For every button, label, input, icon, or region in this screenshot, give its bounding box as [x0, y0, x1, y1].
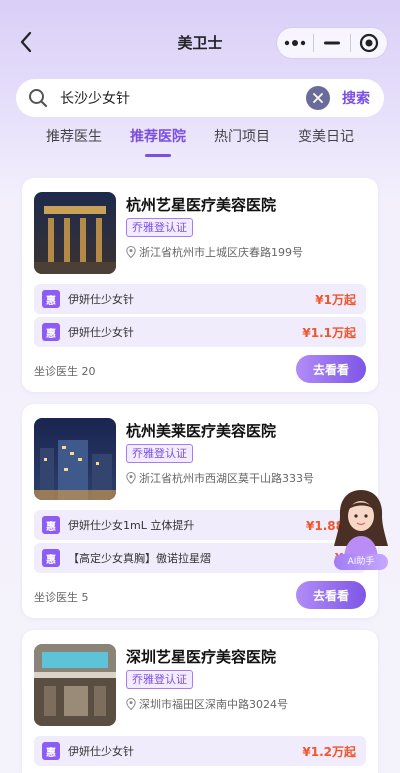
doctor-count: 坐诊医生 5	[34, 591, 89, 604]
mini-program-capsule	[276, 27, 388, 59]
project-item[interactable]: 惠 伊妍仕少女针 ¥1.2万起	[34, 736, 366, 766]
project-name: 【高定少女真胸】傲诺拉星熠	[68, 552, 211, 565]
address-text: 深圳市福田区深南中路3024号	[139, 698, 288, 711]
project-name: 伊妍仕少女针	[68, 293, 134, 306]
tab-recommended-doctors[interactable]: 推荐医生	[46, 126, 102, 146]
project-name: 伊妍仕少女针	[68, 326, 134, 339]
hospital-photo	[34, 418, 116, 500]
hospital-name: 杭州艺星医疗美容医院	[126, 196, 277, 214]
project-price: ¥1.1万起	[302, 325, 356, 340]
hospital-name: 杭州美莱医疗美容医院	[126, 422, 277, 440]
hospital-address: 深圳市福田区深南中路3024号	[126, 696, 288, 712]
discount-tag: 惠	[42, 516, 60, 534]
hospital-name: 深圳艺星医疗美容医院	[126, 648, 277, 666]
certification-badge: 乔雅登认证	[126, 444, 193, 463]
project-item[interactable]: 惠 伊妍仕少女针 ¥1.1万起	[34, 317, 366, 347]
view-hospital-button[interactable]: 去看看	[296, 355, 366, 383]
target-icon	[359, 33, 379, 53]
ai-assistant-avatar-icon	[334, 490, 388, 560]
project-price: ¥1万起	[315, 292, 356, 307]
project-name: 伊妍仕少女针	[68, 745, 134, 758]
top-bar: 美卫士	[0, 0, 400, 80]
close-icon	[313, 93, 323, 103]
project-name: 伊妍仕少女1mL 立体提升	[68, 519, 195, 532]
tab-hot-projects[interactable]: 热门项目	[214, 126, 270, 146]
ai-assistant-button[interactable]: AI助手	[330, 486, 392, 570]
search-input[interactable]: 长沙少女针	[60, 88, 306, 108]
location-pin-icon	[126, 246, 136, 258]
certification-badge: 乔雅登认证	[126, 670, 193, 689]
hospital-photo	[34, 644, 116, 726]
minimize-icon	[324, 41, 340, 45]
more-button[interactable]	[277, 28, 313, 58]
category-tabs: 推荐医生 推荐医院 热门项目 变美日记	[0, 126, 400, 160]
project-item[interactable]: 惠 伊妍仕少女1mL 立体提升 ¥1.88万	[34, 510, 366, 540]
tab-recommended-hospitals[interactable]: 推荐医院	[130, 126, 186, 146]
hospital-address: 浙江省杭州市上城区庆春路199号	[126, 244, 303, 260]
hospital-card[interactable]: 杭州美莱医疗美容医院 乔雅登认证 浙江省杭州市西湖区莫干山路333号 惠 伊妍仕…	[22, 404, 378, 618]
address-text: 浙江省杭州市上城区庆春路199号	[139, 246, 303, 259]
discount-tag: 惠	[42, 290, 60, 308]
close-miniprogram-button[interactable]	[351, 28, 387, 58]
project-item[interactable]: 惠 伊妍仕少女针 ¥1万起	[34, 284, 366, 314]
project-price: ¥1.2万起	[302, 744, 356, 759]
search-icon	[16, 88, 60, 108]
location-pin-icon	[126, 698, 136, 710]
search-button[interactable]: 搜索	[342, 88, 370, 108]
more-dots-icon	[284, 40, 306, 46]
minimize-button[interactable]	[314, 28, 350, 58]
doctor-count: 坐诊医生 20	[34, 365, 96, 378]
tab-beauty-diary[interactable]: 变美日记	[298, 126, 354, 146]
ai-assistant-label: AI助手	[334, 554, 388, 570]
active-tab-indicator	[145, 154, 171, 157]
hospital-photo	[34, 192, 116, 274]
search-bar: 长沙少女针 搜索	[16, 79, 384, 117]
address-text: 浙江省杭州市西湖区莫干山路333号	[139, 472, 314, 485]
hospital-card[interactable]: 深圳艺星医疗美容医院 乔雅登认证 深圳市福田区深南中路3024号 惠 伊妍仕少女…	[22, 630, 378, 773]
hospital-card[interactable]: 杭州艺星医疗美容医院 乔雅登认证 浙江省杭州市上城区庆春路199号 惠 伊妍仕少…	[22, 178, 378, 392]
project-item[interactable]: 惠 【高定少女真胸】傲诺拉星熠 ¥6.	[34, 543, 366, 573]
hospital-address: 浙江省杭州市西湖区莫干山路333号	[126, 470, 314, 486]
location-pin-icon	[126, 472, 136, 484]
discount-tag: 惠	[42, 549, 60, 567]
clear-search-button[interactable]	[306, 86, 330, 110]
discount-tag: 惠	[42, 323, 60, 341]
view-hospital-button[interactable]: 去看看	[296, 581, 366, 609]
discount-tag: 惠	[42, 742, 60, 760]
certification-badge: 乔雅登认证	[126, 218, 193, 237]
